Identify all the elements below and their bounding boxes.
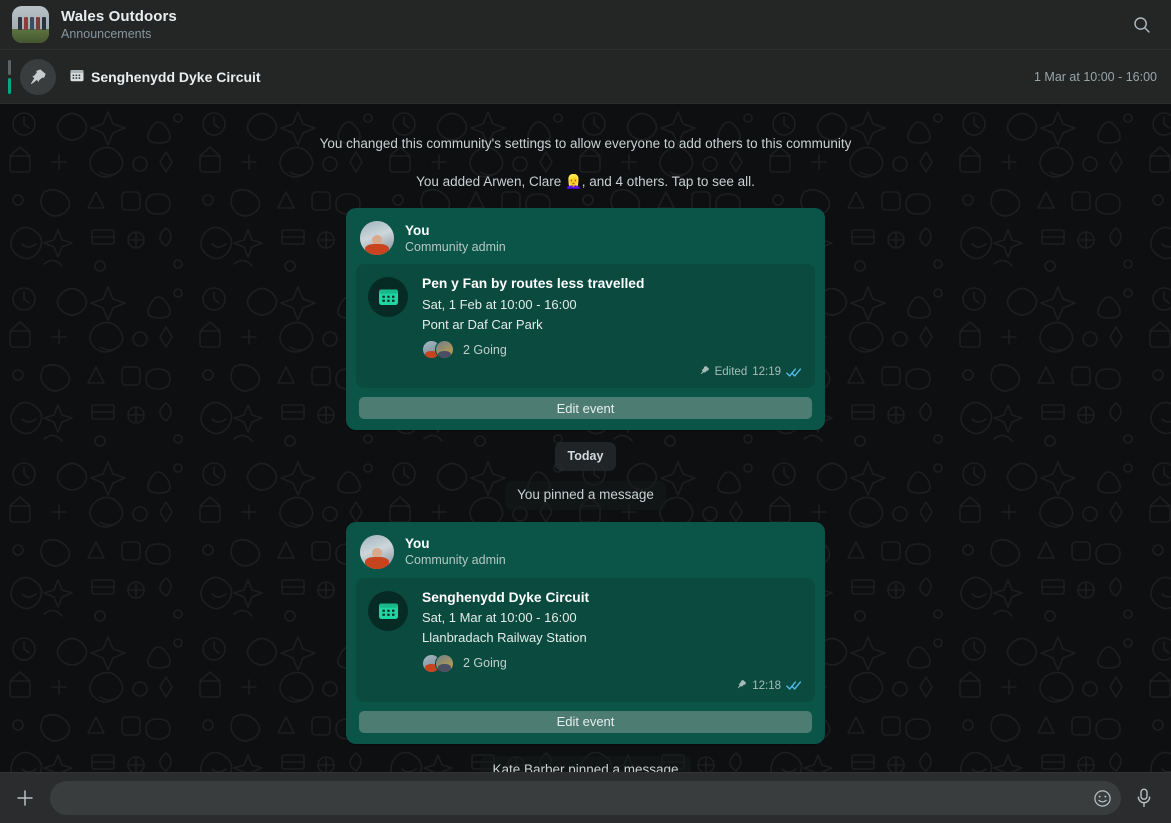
plus-icon[interactable] xyxy=(10,783,40,813)
logo-figure xyxy=(18,17,22,31)
pinned-event-title: Senghenydd Dyke Circuit xyxy=(91,68,261,85)
sender-role: Community admin xyxy=(405,553,506,568)
read-receipt-icon xyxy=(786,680,802,691)
pinned-progress-indicator xyxy=(8,59,11,94)
avatar[interactable] xyxy=(360,534,394,569)
event-title: Senghenydd Dyke Circuit xyxy=(422,589,590,605)
sender-name: You xyxy=(405,222,430,238)
event-attendees-row[interactable]: 2 Going xyxy=(422,340,803,360)
event-details-block[interactable]: Pen y Fan by routes less travelled Sat, … xyxy=(356,264,815,389)
attendee-avatar-body xyxy=(438,351,451,359)
message-row: You Community admin xyxy=(0,521,1171,744)
pinned-message-label: Senghenydd Dyke Circuit xyxy=(70,69,261,85)
chat-scroll-container[interactable]: You changed this community's settings to… xyxy=(0,104,1171,772)
message-composer xyxy=(0,772,1171,823)
message-meta-row: 12:18 xyxy=(422,677,803,695)
event-datetime: Sat, 1 Mar at 10:00 - 16:00 xyxy=(422,610,577,626)
event-location: Pont ar Daf Car Park xyxy=(422,316,543,332)
system-message-row: You changed this community's settings to… xyxy=(0,130,1171,158)
avatar-body xyxy=(365,243,389,256)
message-timestamp: 12:19 xyxy=(752,366,781,379)
sender-name: You xyxy=(405,536,430,552)
message-row: You Community admin xyxy=(0,208,1171,431)
event-title: Pen y Fan by routes less travelled xyxy=(422,276,645,292)
attendee-count: 2 Going xyxy=(463,342,507,357)
edited-label: Edited xyxy=(714,366,748,379)
pinned-notice: Kate Barber pinned a message xyxy=(480,755,691,772)
logo-figure xyxy=(30,17,34,31)
attendee-avatar-body xyxy=(438,664,451,672)
chat-header: Wales Outdoors Announcements xyxy=(0,0,1171,50)
event-details-block[interactable]: Senghenydd Dyke Circuit Sat, 1 Mar at 10… xyxy=(356,577,815,702)
pinned-notice: You pinned a message xyxy=(505,481,666,510)
attendee-avatar-stack xyxy=(422,653,454,673)
message-sender-row: You Community admin xyxy=(356,217,815,264)
system-message-added-members[interactable]: You added Arwen, Clare 👱‍♀️, and 4 other… xyxy=(404,168,767,196)
read-receipt-icon xyxy=(786,367,802,378)
message-sender-row: You Community admin xyxy=(356,531,815,578)
event-datetime: Sat, 1 Feb at 10:00 - 16:00 xyxy=(422,297,577,313)
page-title: Wales Outdoors xyxy=(61,8,177,25)
sender-info: You Community admin xyxy=(405,223,506,254)
pinned-progress-segment-active xyxy=(8,78,11,94)
edit-event-button[interactable]: Edit event xyxy=(359,710,812,733)
event-message-card[interactable]: You Community admin xyxy=(346,521,825,744)
calendar-icon xyxy=(368,277,408,318)
emoji-icon[interactable] xyxy=(1089,785,1115,811)
event-text-block: Pen y Fan by routes less travelled Sat, … xyxy=(422,275,803,381)
event-text-block: Senghenydd Dyke Circuit Sat, 1 Mar at 10… xyxy=(422,589,803,695)
header-text-block: Wales Outdoors Announcements xyxy=(61,8,177,41)
event-message-card[interactable]: You Community admin xyxy=(346,208,825,431)
header-subtitle: Announcements xyxy=(61,27,152,41)
event-attendees-row[interactable]: 2 Going xyxy=(422,653,803,673)
sender-info: You Community admin xyxy=(405,536,506,567)
pin-icon xyxy=(737,677,747,695)
microphone-icon[interactable] xyxy=(1131,783,1157,813)
avatar-body xyxy=(365,557,389,569)
chat-message-area: You changed this community's settings to… xyxy=(0,104,1171,772)
message-meta-row: Edited 12:19 xyxy=(422,363,803,381)
pinned-message-bar[interactable]: Senghenydd Dyke Circuit 1 Mar at 10:00 -… xyxy=(0,50,1171,104)
logo-figure xyxy=(42,17,46,31)
message-input[interactable] xyxy=(66,790,1089,806)
day-divider-row: Today xyxy=(0,442,1171,472)
logo-figure xyxy=(24,17,28,31)
system-message-row[interactable]: You added Arwen, Clare 👱‍♀️, and 4 other… xyxy=(0,168,1171,196)
pinned-event-time: 1 Mar at 10:00 - 16:00 xyxy=(1034,69,1157,84)
avatar[interactable] xyxy=(360,221,394,256)
community-avatar[interactable] xyxy=(12,6,49,43)
attendee-avatar-stack xyxy=(422,340,454,360)
pinned-progress-segment xyxy=(8,59,11,75)
attendee-count: 2 Going xyxy=(463,656,507,671)
event-location: Llanbradach Railway Station xyxy=(422,630,587,646)
system-message: You changed this community's settings to… xyxy=(319,136,852,151)
logo-grass xyxy=(12,28,49,43)
sender-role: Community admin xyxy=(405,239,506,254)
pin-icon xyxy=(20,58,56,95)
attendee-avatar xyxy=(435,340,454,360)
calendar-icon xyxy=(368,590,408,631)
message-input-wrapper[interactable] xyxy=(50,781,1121,815)
edit-event-button[interactable]: Edit event xyxy=(359,397,812,420)
calendar-icon xyxy=(70,69,84,85)
system-message-row: You pinned a message xyxy=(0,481,1171,510)
day-divider: Today xyxy=(554,442,617,472)
message-timestamp: 12:18 xyxy=(752,679,781,692)
logo-figure xyxy=(36,17,40,31)
attendee-avatar xyxy=(435,653,454,673)
pin-icon xyxy=(700,363,710,381)
search-icon[interactable] xyxy=(1127,10,1157,40)
whatsapp-community-window: Wales Outdoors Announcements Senghenydd … xyxy=(0,0,1171,823)
system-message-row: Kate Barber pinned a message xyxy=(0,755,1171,772)
